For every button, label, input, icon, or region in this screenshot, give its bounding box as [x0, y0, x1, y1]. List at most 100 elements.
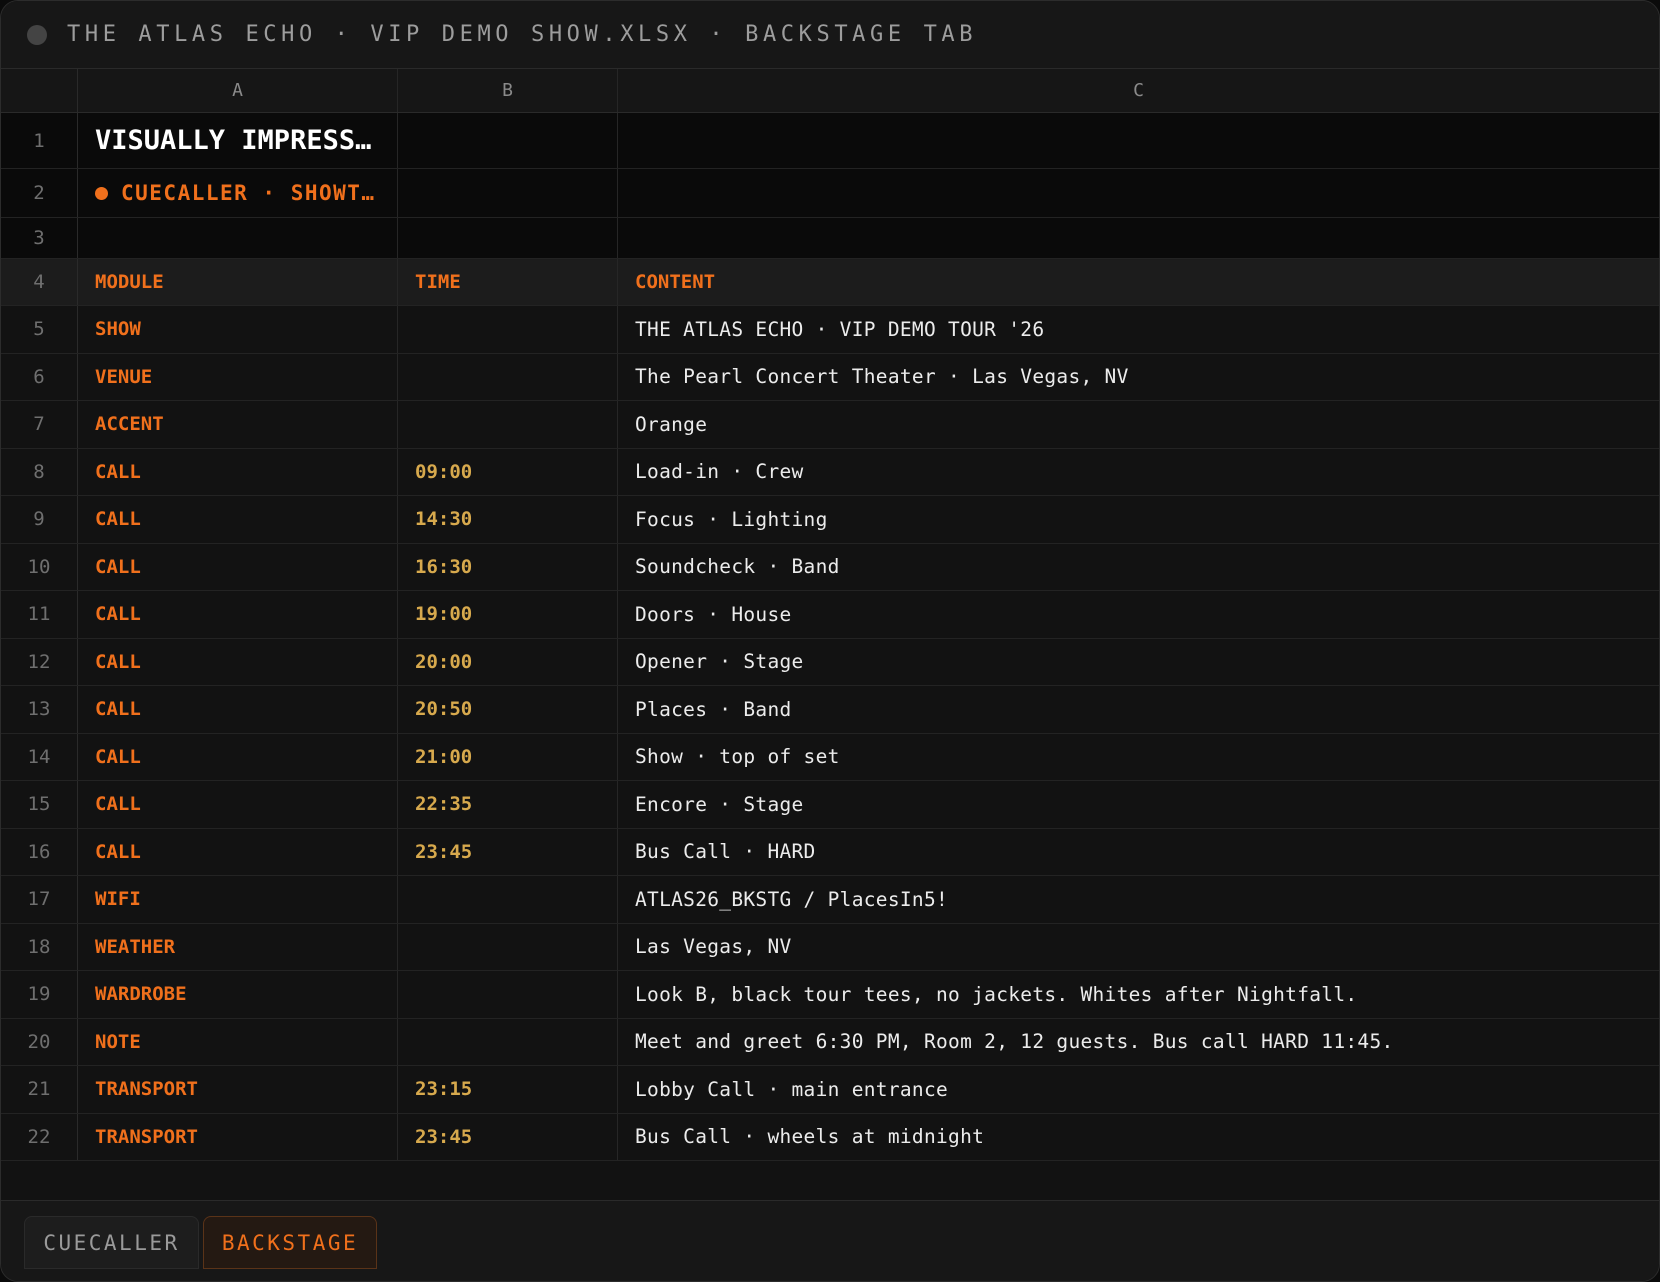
- time-cell[interactable]: 09:00: [398, 448, 618, 495]
- time-cell[interactable]: [398, 1018, 618, 1065]
- row-number[interactable]: 17: [1, 876, 78, 923]
- content-cell[interactable]: Doors · House: [618, 591, 1659, 638]
- module-cell[interactable]: CALL: [78, 496, 398, 543]
- window-dot-icon[interactable]: [27, 24, 47, 45]
- tab-cuecaller[interactable]: CUECALLER: [24, 1216, 199, 1269]
- row-number[interactable]: 8: [1, 448, 78, 495]
- time-cell[interactable]: 19:00: [398, 591, 618, 638]
- time-cell[interactable]: [398, 353, 618, 400]
- module-cell[interactable]: CALL: [78, 828, 398, 875]
- time-cell[interactable]: 14:30: [398, 496, 618, 543]
- module-cell[interactable]: SHOW: [78, 306, 398, 353]
- time-cell[interactable]: 23:45: [398, 1113, 618, 1160]
- title-bar: THE ATLAS ECHO · VIP DEMO SHOW.XLSX · BA…: [1, 1, 1659, 69]
- empty-cell[interactable]: [618, 218, 1659, 258]
- time-cell[interactable]: 23:15: [398, 1066, 618, 1113]
- spreadsheet-window: THE ATLAS ECHO · VIP DEMO SHOW.XLSX · BA…: [0, 0, 1660, 1282]
- time-cell[interactable]: [398, 923, 618, 970]
- module-cell[interactable]: CALL: [78, 448, 398, 495]
- row-number[interactable]: 21: [1, 1066, 78, 1113]
- content-cell[interactable]: Opener · Stage: [618, 639, 1659, 686]
- row-number[interactable]: 9: [1, 496, 78, 543]
- content-cell[interactable]: Focus · Lighting: [618, 496, 1659, 543]
- module-cell[interactable]: WARDROBE: [78, 971, 398, 1018]
- content-cell[interactable]: Encore · Stage: [618, 781, 1659, 828]
- content-cell[interactable]: Lobby Call · main entrance: [618, 1066, 1659, 1113]
- module-cell[interactable]: TRANSPORT: [78, 1066, 398, 1113]
- table-row: 9 CALL 14:30 Focus · Lighting: [1, 496, 1659, 544]
- column-header-a[interactable]: A: [78, 69, 398, 112]
- module-cell[interactable]: NOTE: [78, 1018, 398, 1065]
- content-cell[interactable]: Las Vegas, NV: [618, 924, 1659, 971]
- empty-cell[interactable]: [618, 169, 1659, 217]
- content-cell[interactable]: Soundcheck · Band: [618, 544, 1659, 591]
- row-number[interactable]: 19: [1, 971, 78, 1018]
- content-cell[interactable]: ATLAS26_BKSTG / PlacesIn5!: [618, 876, 1659, 923]
- module-cell[interactable]: CALL: [78, 591, 398, 638]
- content-cell[interactable]: Show · top of set: [618, 734, 1659, 781]
- time-cell[interactable]: 20:00: [398, 638, 618, 685]
- row-number[interactable]: 14: [1, 733, 78, 780]
- time-cell[interactable]: [398, 876, 618, 923]
- empty-cell[interactable]: [398, 218, 618, 258]
- time-cell[interactable]: [398, 401, 618, 448]
- row-number[interactable]: 18: [1, 923, 78, 970]
- module-cell[interactable]: CALL: [78, 638, 398, 685]
- empty-cell[interactable]: [398, 169, 618, 217]
- row-number[interactable]: 5: [1, 306, 78, 353]
- content-cell[interactable]: Meet and greet 6:30 PM, Room 2, 12 guest…: [618, 1019, 1659, 1066]
- time-cell[interactable]: 21:00: [398, 733, 618, 780]
- row-number[interactable]: 16: [1, 828, 78, 875]
- sheet-title-cell[interactable]: VISUALLY IMPRESS…: [78, 113, 398, 168]
- row-number[interactable]: 10: [1, 543, 78, 590]
- row-number[interactable]: 7: [1, 401, 78, 448]
- time-cell[interactable]: 22:35: [398, 781, 618, 828]
- column-header-c[interactable]: C: [618, 69, 1659, 112]
- module-cell[interactable]: CALL: [78, 686, 398, 733]
- row-number[interactable]: 20: [1, 1018, 78, 1065]
- module-cell[interactable]: ACCENT: [78, 401, 398, 448]
- empty-cell[interactable]: [78, 218, 398, 258]
- content-cell[interactable]: THE ATLAS ECHO · VIP DEMO TOUR '26: [618, 306, 1659, 353]
- module-cell[interactable]: TRANSPORT: [78, 1113, 398, 1160]
- header-module-cell[interactable]: MODULE: [78, 259, 398, 305]
- empty-cell[interactable]: [618, 113, 1659, 168]
- empty-cell[interactable]: [398, 113, 618, 168]
- row-number[interactable]: 4: [1, 259, 78, 305]
- sheet-subtitle-cell[interactable]: CUECALLER · SHOWT…: [78, 169, 398, 217]
- row-number[interactable]: 1: [1, 113, 78, 168]
- module-cell[interactable]: CALL: [78, 733, 398, 780]
- row-number[interactable]: 22: [1, 1113, 78, 1160]
- time-cell[interactable]: [398, 306, 618, 353]
- content-cell[interactable]: Load-in · Crew: [618, 449, 1659, 496]
- time-cell[interactable]: 23:45: [398, 828, 618, 875]
- row-number[interactable]: 15: [1, 781, 78, 828]
- tab-backstage[interactable]: BACKSTAGE: [203, 1216, 377, 1269]
- content-cell[interactable]: Look B, black tour tees, no jackets. Whi…: [618, 971, 1659, 1018]
- table-row: 19 WARDROBE Look B, black tour tees, no ja…: [1, 971, 1659, 1019]
- corner-cell[interactable]: [1, 69, 78, 112]
- row-number[interactable]: 11: [1, 591, 78, 638]
- module-cell[interactable]: WIFI: [78, 876, 398, 923]
- column-header-b[interactable]: B: [398, 69, 618, 112]
- content-cell[interactable]: Places · Band: [618, 686, 1659, 733]
- module-cell[interactable]: CALL: [78, 543, 398, 590]
- header-content-cell[interactable]: CONTENT: [618, 259, 1659, 305]
- row-number[interactable]: 6: [1, 353, 78, 400]
- row-number[interactable]: 12: [1, 638, 78, 685]
- row-number[interactable]: 13: [1, 686, 78, 733]
- content-cell[interactable]: Bus Call · HARD: [618, 829, 1659, 876]
- header-time-cell[interactable]: TIME: [398, 259, 618, 305]
- content-cell[interactable]: Bus Call · wheels at midnight: [618, 1114, 1659, 1161]
- row-number[interactable]: 3: [1, 218, 78, 258]
- time-cell[interactable]: [398, 971, 618, 1018]
- module-cell[interactable]: VENUE: [78, 353, 398, 400]
- row-number[interactable]: 2: [1, 169, 78, 217]
- module-cell[interactable]: CALL: [78, 781, 398, 828]
- module-cell[interactable]: WEATHER: [78, 923, 398, 970]
- table-row: 11 CALL 19:00 Doors · House: [1, 591, 1659, 639]
- time-cell[interactable]: 16:30: [398, 543, 618, 590]
- content-cell[interactable]: The Pearl Concert Theater · Las Vegas, N…: [618, 354, 1659, 401]
- time-cell[interactable]: 20:50: [398, 686, 618, 733]
- content-cell[interactable]: Orange: [618, 401, 1659, 448]
